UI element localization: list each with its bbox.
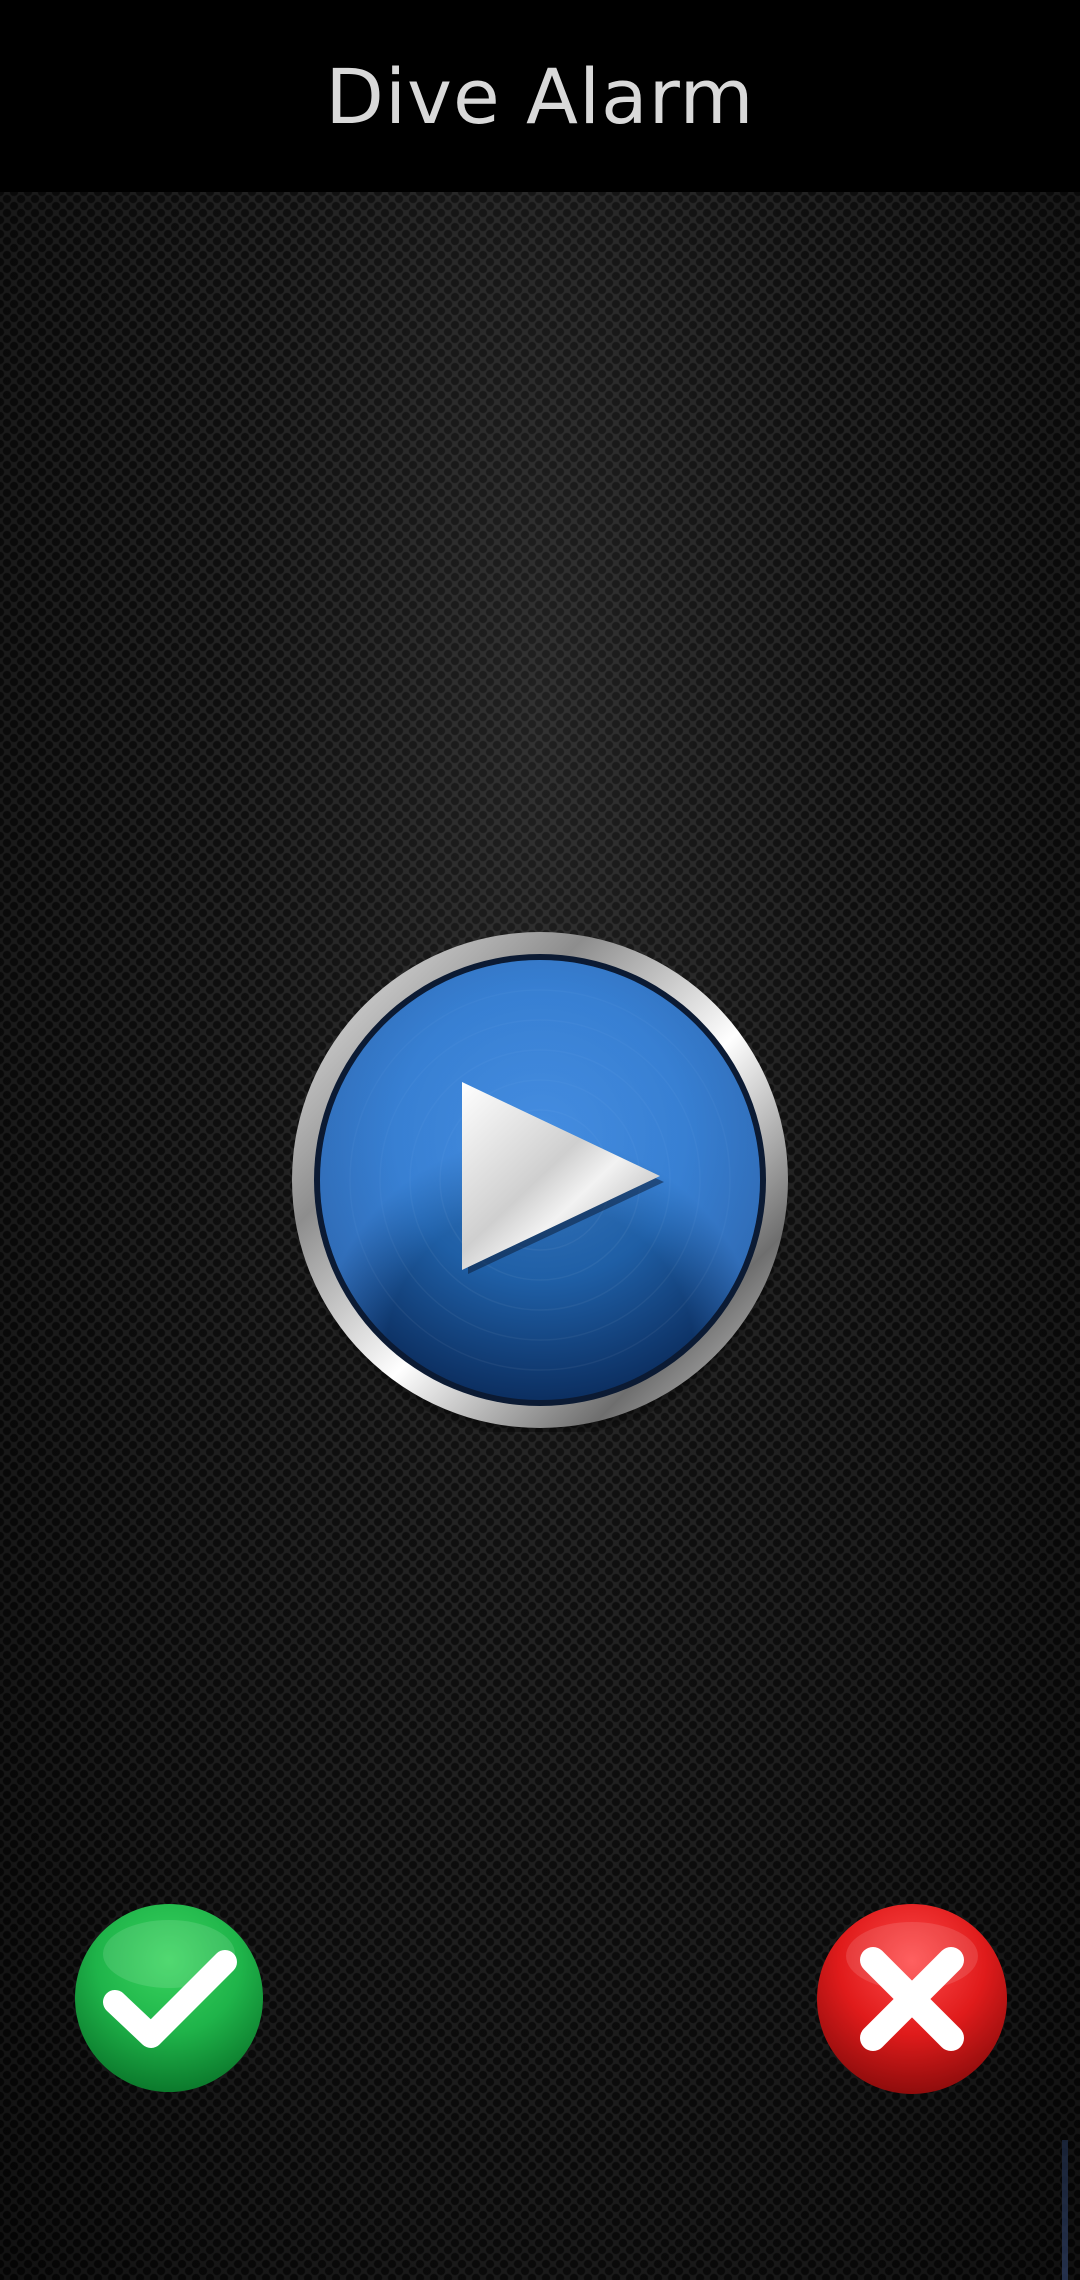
confirm-button[interactable] [73,1902,265,2094]
page-title: Dive Alarm [325,51,755,141]
cancel-button[interactable] [815,1902,1009,2096]
close-icon [817,1904,1007,2094]
checkmark-icon [75,1904,263,2092]
play-button[interactable] [288,928,792,1432]
edge-decoration [1062,2140,1068,2280]
alarm-screen: Dive Alarm [0,0,1080,2280]
title-bar: Dive Alarm [0,0,1080,192]
play-icon [288,932,792,1432]
